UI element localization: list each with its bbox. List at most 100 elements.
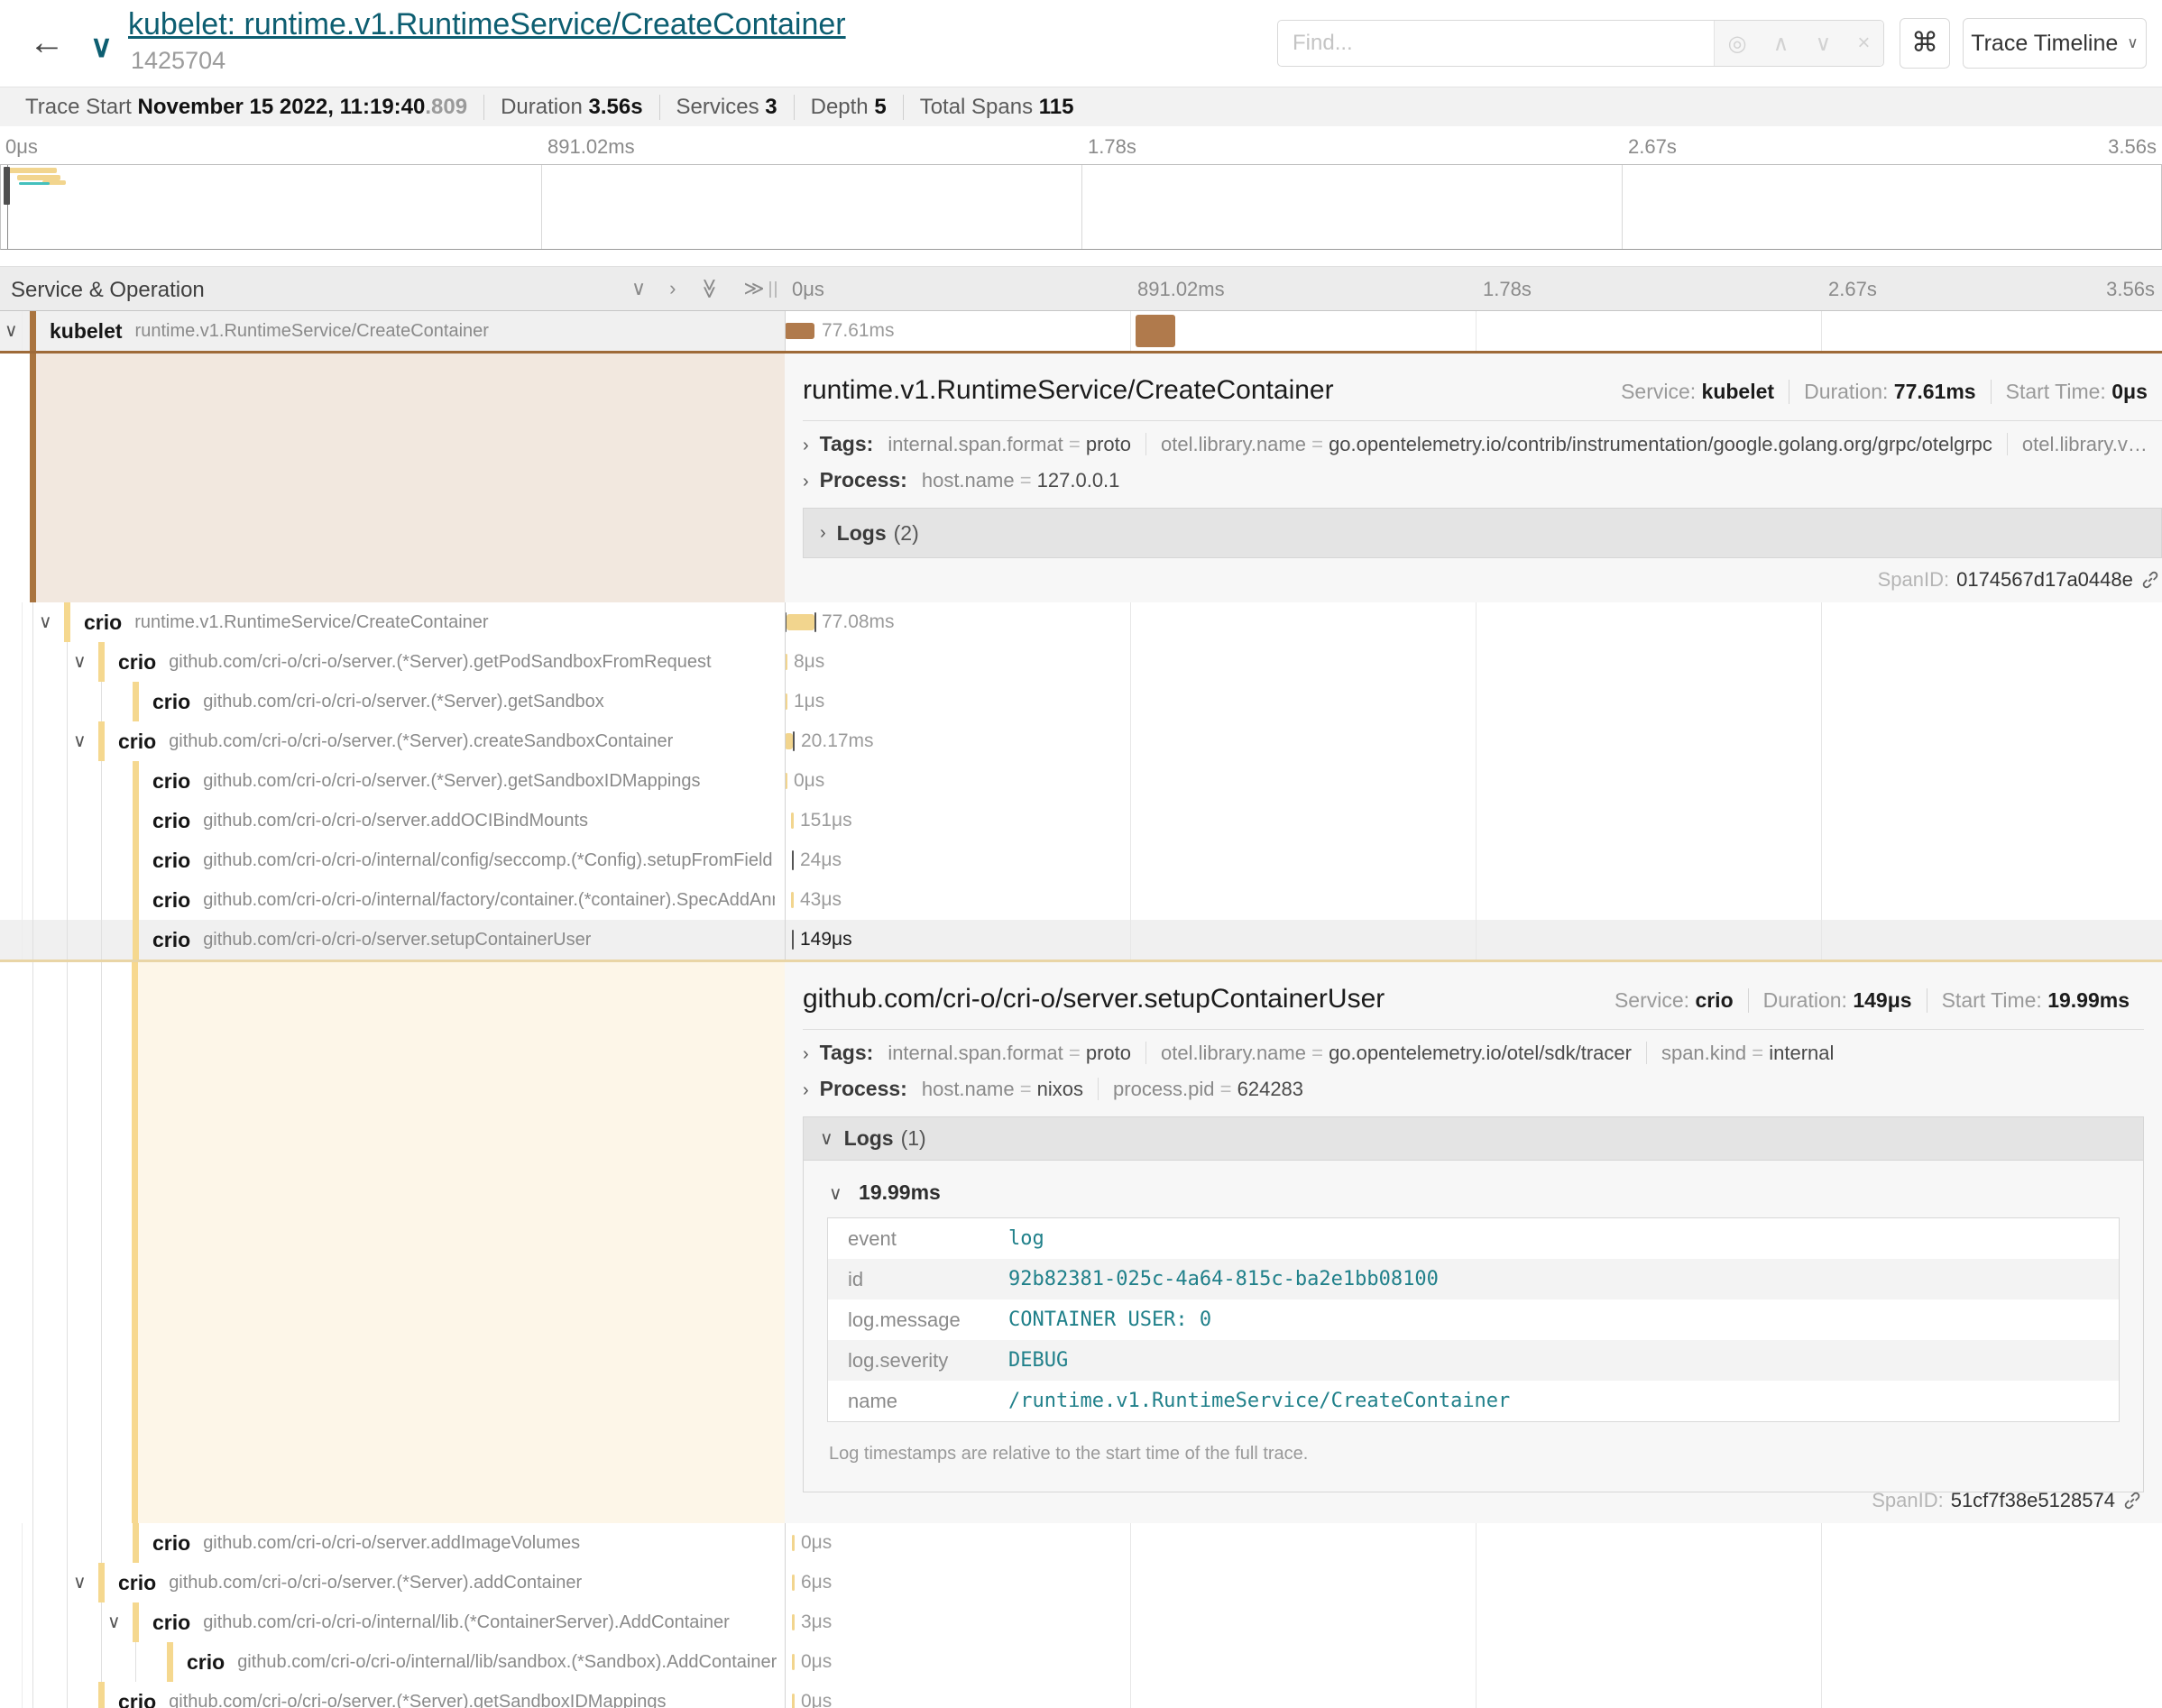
chevron-down-icon[interactable]: ∨ xyxy=(39,611,52,633)
detail-service: Service: crio xyxy=(1600,988,1748,1013)
chevron-down-icon[interactable]: ∨ xyxy=(5,319,18,342)
span-bar[interactable] xyxy=(793,731,795,751)
operation-name: github.com/cri-o/cri-o/server.addOCIBind… xyxy=(203,811,588,831)
span-row[interactable]: ∨criogithub.com/cri-o/cri-o/server.(*Ser… xyxy=(0,642,2162,682)
span-color-bar xyxy=(133,682,139,721)
log-field-key: event xyxy=(828,1227,1008,1251)
minimap-tick-labels: 0μs 891.02ms 1.78s 2.67s 3.56s xyxy=(0,132,2162,164)
span-row[interactable]: criogithub.com/cri-o/cri-o/server.addIma… xyxy=(0,1523,2162,1563)
clear-find-icon[interactable]: × xyxy=(1857,31,1870,56)
tags-row[interactable]: › Tags: internal.span.format = protootel… xyxy=(803,432,2162,461)
span-color-bar xyxy=(132,962,138,1523)
link-icon[interactable] xyxy=(2122,1491,2142,1511)
trace-summary-bar: Trace Start November 15 2022, 11:19:40.8… xyxy=(0,87,2162,126)
operation-name: github.com/cri-o/cri-o/internal/lib/sand… xyxy=(237,1652,777,1673)
span-row[interactable]: criogithub.com/cri-o/cri-o/internal/conf… xyxy=(0,840,2162,880)
span-color-bar xyxy=(133,840,139,880)
span-row[interactable]: ∨criogithub.com/cri-o/cri-o/server.(*Ser… xyxy=(0,721,2162,761)
chevron-down-icon[interactable]: ∨ xyxy=(107,1611,121,1633)
span-id: SpanID:51cf7f38e5128574 xyxy=(1872,1489,2142,1512)
title-chevron-down-icon[interactable]: ∨ xyxy=(90,29,113,65)
span-bar[interactable] xyxy=(785,773,787,789)
minimap-scrubber-handle[interactable] xyxy=(4,167,10,205)
log-entry-timestamp[interactable]: ∨ 19.99ms xyxy=(829,1180,2120,1205)
log-field-value: DEBUG xyxy=(1008,1349,2119,1372)
span-bar[interactable] xyxy=(792,1535,795,1551)
service-name: crio xyxy=(152,769,190,794)
logs-header[interactable]: ∨ Logs (1) xyxy=(804,1117,2143,1161)
span-color-bar xyxy=(133,761,139,801)
minimap-gridline xyxy=(1081,165,1082,249)
locate-icon[interactable]: ◎ xyxy=(1728,31,1747,57)
link-icon[interactable] xyxy=(2140,570,2160,590)
logs-section-collapsed[interactable]: › Logs (2) xyxy=(803,508,2162,558)
span-bar[interactable] xyxy=(791,892,794,908)
span-bar[interactable] xyxy=(792,1694,795,1708)
span-row[interactable]: ∨criogithub.com/cri-o/cri-o/internal/lib… xyxy=(0,1602,2162,1642)
span-duration-label: 0μs xyxy=(801,1532,832,1554)
span-bar[interactable] xyxy=(785,693,787,710)
chevron-right-icon: › xyxy=(820,523,826,544)
span-row[interactable]: criogithub.com/cri-o/cri-o/server.(*Serv… xyxy=(0,1682,2162,1708)
span-row[interactable]: criogithub.com/cri-o/cri-o/server.addOCI… xyxy=(0,801,2162,840)
span-bar[interactable] xyxy=(791,813,794,829)
span-row[interactable]: criogithub.com/cri-o/cri-o/server.(*Serv… xyxy=(0,682,2162,721)
trace-minimap[interactable]: 0μs 891.02ms 1.78s 2.67s 3.56s xyxy=(0,126,2162,250)
log-field-row: log.messageCONTAINER USER: 0 xyxy=(828,1299,2119,1340)
minimap-span-bar xyxy=(6,168,57,173)
span-bar[interactable] xyxy=(792,930,794,950)
span-bar[interactable] xyxy=(787,614,814,630)
span-bar[interactable] xyxy=(792,1654,795,1670)
expand-all-icon[interactable]: ≫ xyxy=(743,277,764,300)
collapse-one-icon[interactable]: ∨ xyxy=(631,277,646,300)
service-name: crio xyxy=(118,730,156,754)
prev-match-icon[interactable]: ∧ xyxy=(1773,31,1789,57)
span-bar[interactable] xyxy=(792,1575,795,1591)
span-bar[interactable] xyxy=(814,612,816,632)
process-row[interactable]: › Process: host.name = nixosprocess.pid … xyxy=(803,1077,2144,1106)
span-detail-title: runtime.v1.RuntimeService/CreateContaine… xyxy=(803,375,1606,406)
collapse-all-icon[interactable]: ≫ xyxy=(698,278,722,298)
trace-title-link[interactable]: kubelet: runtime.v1.RuntimeService/Creat… xyxy=(128,7,846,42)
column-resizer-handle[interactable] xyxy=(769,281,777,298)
keyboard-shortcuts-button[interactable]: ⌘ xyxy=(1900,18,1950,69)
service-name: crio xyxy=(152,888,190,913)
process-row[interactable]: › Process: host.name = 127.0.0.1 xyxy=(803,468,2162,497)
detail-service: Service: kubelet xyxy=(1606,380,1789,404)
service-name: crio xyxy=(152,849,190,873)
back-arrow-icon[interactable]: ← xyxy=(20,16,74,70)
span-bar[interactable] xyxy=(785,323,814,339)
span-color-bar xyxy=(167,1642,173,1682)
depth-stat: Depth 5 xyxy=(794,95,903,120)
minimap-gridline xyxy=(541,165,542,249)
log-field-value: log xyxy=(1008,1227,2119,1250)
span-bar[interactable] xyxy=(1136,315,1175,347)
span-row[interactable]: criogithub.com/cri-o/cri-o/server.(*Serv… xyxy=(0,761,2162,801)
chevron-down-icon[interactable]: ∨ xyxy=(73,730,87,752)
minimap-canvas[interactable] xyxy=(0,164,2162,250)
find-input[interactable] xyxy=(1278,21,1714,66)
span-color-bar xyxy=(98,1563,105,1602)
chevron-down-icon[interactable]: ∨ xyxy=(73,1571,87,1593)
span-row[interactable]: criogithub.com/cri-o/cri-o/internal/lib/… xyxy=(0,1642,2162,1682)
span-row[interactable]: ∨kubeletruntime.v1.RuntimeService/Create… xyxy=(0,311,2162,351)
expand-one-icon[interactable]: › xyxy=(669,277,676,300)
span-bar[interactable] xyxy=(785,733,793,749)
span-row[interactable]: ∨criogithub.com/cri-o/cri-o/server.(*Ser… xyxy=(0,1563,2162,1602)
operation-name: github.com/cri-o/cri-o/server.addImageVo… xyxy=(203,1533,580,1554)
span-color-bar xyxy=(30,311,36,351)
tags-row[interactable]: › Tags: internal.span.format = protootel… xyxy=(803,1041,2144,1070)
span-duration-label: 0μs xyxy=(801,1651,832,1673)
operation-name: github.com/cri-o/cri-o/server.setupConta… xyxy=(203,930,591,950)
span-row[interactable]: ∨crioruntime.v1.RuntimeService/CreateCon… xyxy=(0,602,2162,642)
next-match-icon[interactable]: ∨ xyxy=(1816,31,1832,57)
tag-item: internal.span.format = proto xyxy=(888,1042,1145,1064)
trace-view-label: Trace Timeline xyxy=(1971,31,2118,57)
chevron-down-icon[interactable]: ∨ xyxy=(73,650,87,673)
span-bar[interactable] xyxy=(785,654,787,670)
span-bar[interactable] xyxy=(792,850,794,870)
span-bar[interactable] xyxy=(792,1614,795,1630)
span-row[interactable]: criogithub.com/cri-o/cri-o/internal/fact… xyxy=(0,880,2162,920)
span-row[interactable]: criogithub.com/cri-o/cri-o/server.setupC… xyxy=(0,920,2162,960)
trace-view-selector[interactable]: Trace Timeline ∨ xyxy=(1963,18,2147,69)
